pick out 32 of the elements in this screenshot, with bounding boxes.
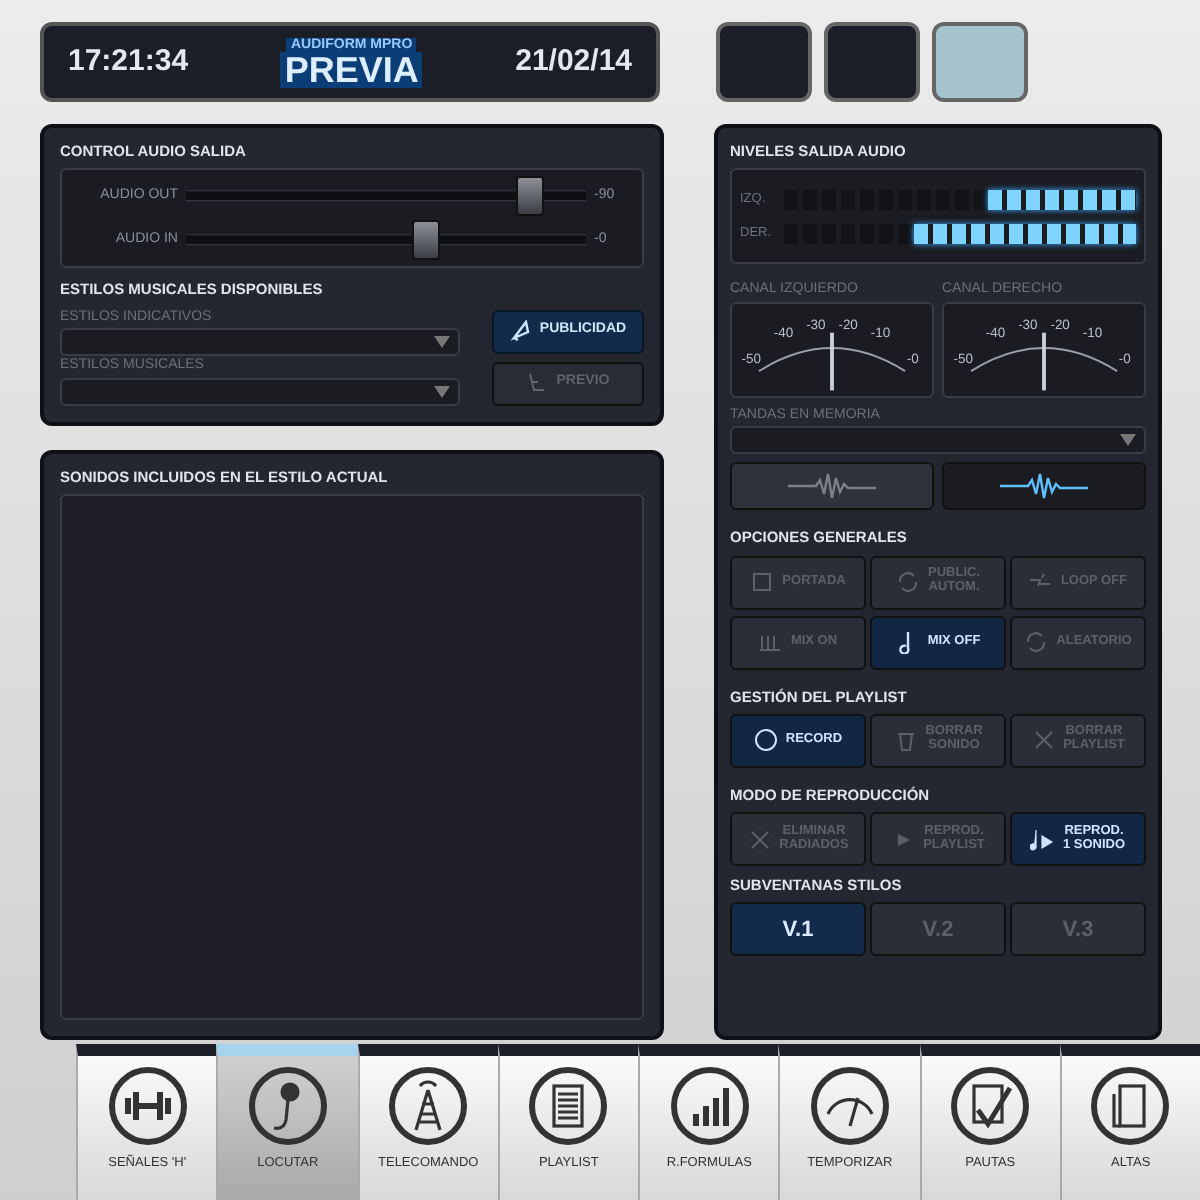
microphone-icon [247, 1066, 328, 1146]
slider-thumb[interactable] [516, 176, 544, 217]
bar-chart-icon [669, 1066, 750, 1146]
square-icon [750, 570, 775, 594]
waveform-button[interactable] [730, 462, 934, 511]
style-tab[interactable]: V.1 [730, 902, 866, 957]
slider-thumb[interactable] [412, 220, 440, 261]
indicator-button[interactable] [716, 22, 812, 102]
antenna-tower-icon [388, 1066, 469, 1146]
trash-icon [893, 728, 918, 753]
checklist-icon [950, 1066, 1031, 1146]
indicator-button[interactable] [824, 22, 920, 102]
waveform-button[interactable] [942, 462, 1146, 511]
sync-arrows-icon [896, 570, 920, 594]
caret-icon [1120, 434, 1136, 447]
caret-icon [434, 336, 450, 348]
gauge-icon [809, 1066, 890, 1146]
note-play-icon [1030, 827, 1055, 851]
time-text: 17:21:34 [68, 41, 189, 82]
caret-icon [434, 385, 450, 397]
date-text: 21/02/14 [515, 41, 632, 82]
document-icon [528, 1066, 609, 1146]
indicator-button[interactable] [932, 22, 1028, 102]
cross-icon [747, 827, 772, 851]
sync-arrows-icon [1024, 630, 1049, 654]
dumbbell-icon [107, 1066, 188, 1146]
circle-icon [753, 728, 778, 753]
waveform-icon [1000, 472, 1088, 501]
mode-title: PREVIA [280, 51, 423, 87]
waveform-icon [788, 472, 876, 501]
cross-icon [1031, 728, 1056, 753]
bars-icon [758, 630, 783, 654]
